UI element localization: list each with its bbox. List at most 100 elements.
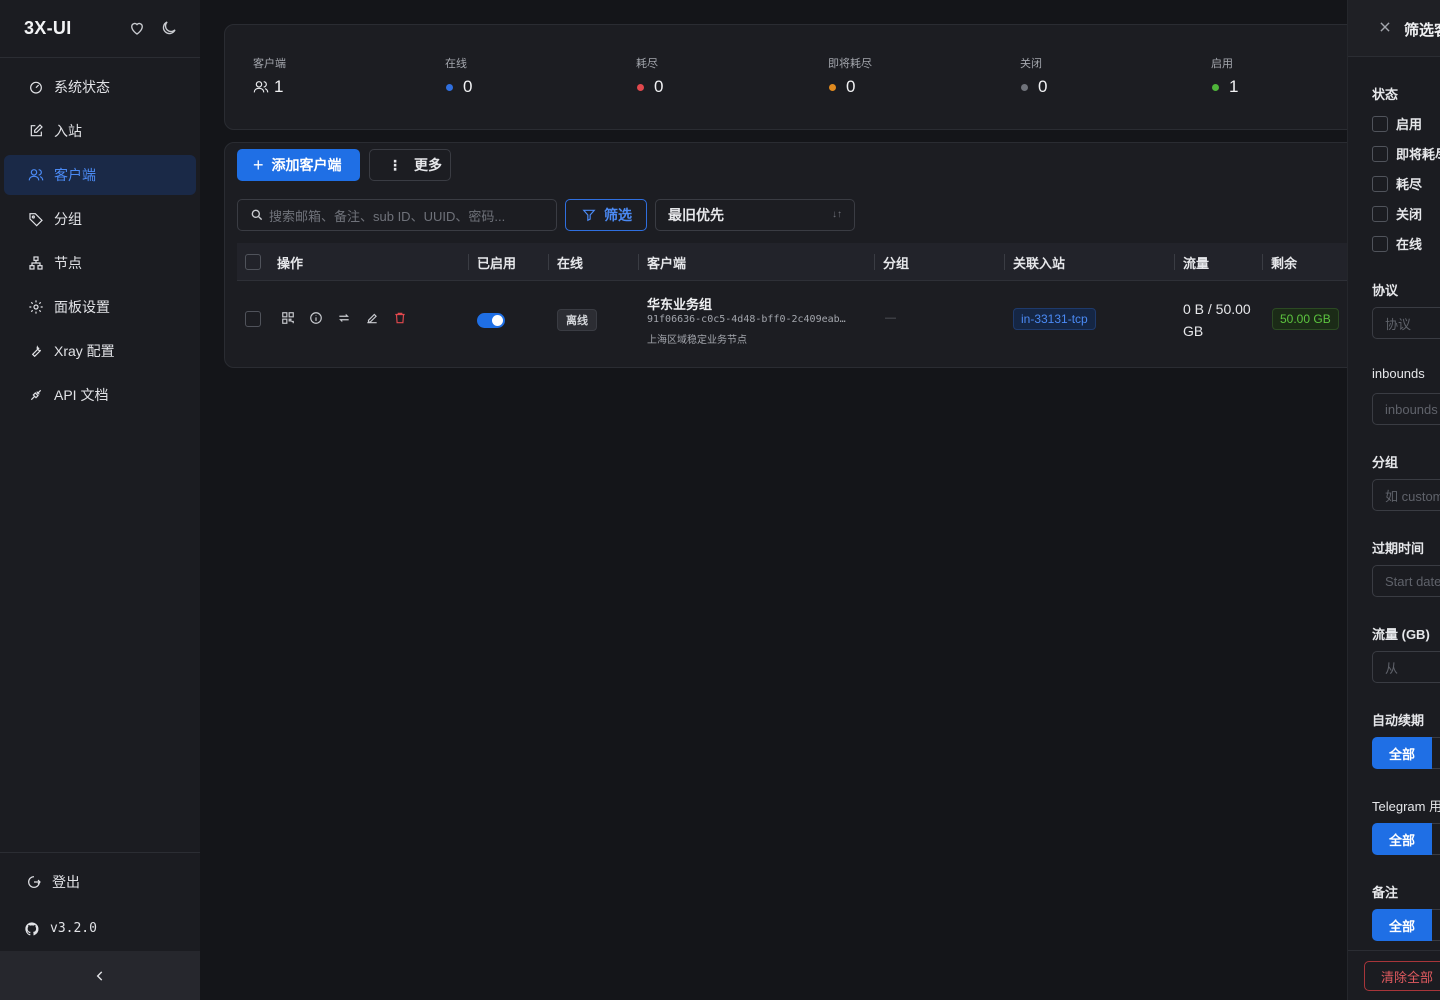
delete-icon[interactable] [393, 311, 407, 325]
table-header: 操作 已启用 在线 客户端 分组 关联入站 流量 剩余 [237, 243, 1353, 281]
option-label: 关闭 [1396, 207, 1423, 222]
client-name: 华东业务组 [647, 297, 713, 312]
enabled-toggle[interactable] [477, 313, 505, 328]
column-header: 剩余 [1261, 243, 1297, 281]
sidebar-item-label: API 文档 [54, 387, 109, 403]
auto-renew-filter-label: 自动续期 [1372, 713, 1425, 728]
stat-value: 0 [463, 77, 473, 96]
filter-label: 筛选 [604, 207, 632, 223]
expiry-date-picker[interactable]: Start date [1372, 565, 1440, 597]
sidebar-item-inbounds[interactable]: 入站 [4, 111, 196, 151]
sidebar-item-label: 系统状态 [54, 79, 110, 95]
sidebar-item-label: Xray 配置 [54, 343, 115, 359]
group-input[interactable]: 如 customer [1372, 479, 1440, 511]
column-header: 在线 [547, 243, 583, 281]
row-checkbox[interactable] [245, 311, 261, 327]
sidebar-item-label: 分组 [54, 211, 82, 227]
stat-depleted: 耗尽 0 [636, 55, 663, 97]
sort-select[interactable]: 最旧优先 ↓↑ [655, 199, 855, 231]
checkbox[interactable] [245, 254, 261, 270]
filter-drawer: 筛选客户端 状态 启用 即将耗尽 耗尽 关闭 在线 协议 协议 inbounds… [1347, 0, 1440, 1000]
sidebar-footer: 登出 v3.2.0 [0, 852, 200, 951]
sidebar-item-system-status[interactable]: 系统状态 [4, 67, 196, 107]
collapse-sidebar-button[interactable] [0, 951, 200, 1000]
more-button[interactable]: ⋮ 更多 [369, 149, 451, 181]
inbounds-select[interactable]: inbounds [1372, 393, 1440, 425]
filter-button[interactable]: 筛选 [565, 199, 647, 231]
status-filter-label: 状态 [1372, 87, 1399, 102]
sidebar-item-panel-settings[interactable]: 面板设置 [4, 287, 196, 327]
stats-card: 客户端 1 在线 0 耗尽 0 即将耗尽 0 关闭 0 启用 1 [224, 24, 1364, 130]
status-option-expiring[interactable]: 即将耗尽 [1372, 144, 1440, 163]
sidebar-item-clients[interactable]: 客户端 [4, 155, 196, 195]
sort-value: 最旧优先 [668, 207, 724, 223]
status-option-online[interactable]: 在线 [1372, 234, 1422, 253]
stat-label: 耗尽 [636, 58, 658, 70]
remaining-badge: 50.00 GB [1272, 308, 1339, 330]
telegram-all-option[interactable]: 全部 [1372, 823, 1432, 855]
stat-value-row: 1 [1211, 77, 1238, 97]
status-option-disabled[interactable]: 关闭 [1372, 204, 1422, 223]
checkbox[interactable] [1372, 115, 1388, 132]
search-icon [250, 208, 264, 222]
reset-traffic-icon[interactable] [337, 311, 351, 325]
info-icon[interactable] [309, 311, 323, 325]
stat-value: 0 [846, 77, 856, 96]
auto-renew-segmented: 全部 [1372, 737, 1440, 769]
auto-renew-all-option[interactable]: 全部 [1372, 737, 1432, 769]
option-label: 即将耗尽 [1396, 147, 1440, 162]
online-status-badge: 离线 [557, 309, 597, 331]
telegram-other-option[interactable] [1432, 823, 1440, 855]
stat-disabled: 关闭 0 [1020, 55, 1047, 97]
column-header: 分组 [873, 243, 909, 281]
status-dot [1212, 83, 1219, 91]
note-segmented: 全部 [1372, 909, 1440, 941]
protocol-filter-label: 协议 [1372, 283, 1399, 298]
brand-icons [128, 19, 178, 37]
status-dot [637, 83, 644, 91]
checkbox[interactable] [1372, 175, 1388, 192]
status-option-depleted[interactable]: 耗尽 [1372, 174, 1422, 193]
note-other-option[interactable] [1432, 909, 1440, 941]
clear-all-button[interactable]: 清除全部 [1364, 961, 1440, 991]
stat-label: 启用 [1211, 58, 1233, 70]
inbound-tag[interactable]: in-33131-tcp [1013, 308, 1096, 330]
search-input[interactable]: 搜索邮箱、备注、sub ID、UUID、密码... [237, 199, 557, 231]
traffic-filter-label: 流量 (GB) [1372, 627, 1430, 642]
sidebar-nav: 系统状态 入站 客户端 分组 节点 面板设置 Xray 配置 API 文档 [0, 58, 200, 415]
select-all-checkbox[interactable] [245, 243, 261, 281]
column-header: 客户端 [637, 243, 686, 281]
protocol-select[interactable]: 协议 [1372, 307, 1440, 339]
checkbox[interactable] [1372, 145, 1388, 162]
sidebar-item-api-docs[interactable]: API 文档 [4, 375, 196, 415]
app: 3X-UI 系统状态 入站 客户端 分组 节点 面板设置 Xray 配置 API… [0, 0, 1440, 1000]
checkbox[interactable] [1372, 205, 1388, 222]
status-dot [829, 83, 836, 91]
checkbox[interactable] [1372, 235, 1388, 252]
add-client-button[interactable]: + 添加客户端 [237, 149, 360, 181]
traffic-from-input[interactable]: 从 [1372, 651, 1440, 683]
inbounds-filter-label: inbounds [1372, 366, 1425, 381]
moon-icon[interactable] [160, 19, 178, 37]
edit-icon[interactable] [365, 311, 379, 325]
plus-icon: + [253, 155, 264, 175]
sidebar-item-xray-config[interactable]: Xray 配置 [4, 331, 196, 371]
search-placeholder: 搜索邮箱、备注、sub ID、UUID、密码... [269, 208, 506, 224]
client-group: — [885, 312, 896, 324]
logout-button[interactable]: 登出 [0, 859, 200, 905]
note-all-option[interactable]: 全部 [1372, 909, 1432, 941]
stat-clients: 客户端 1 [253, 55, 286, 97]
close-icon[interactable] [1378, 20, 1392, 34]
heart-icon[interactable] [128, 19, 146, 37]
table-row[interactable]: 离线 华东业务组 91f06636-c0c5-4d48-bff0-2c409ea… [237, 282, 1353, 356]
stat-value-row: 0 [828, 77, 872, 97]
sidebar-item-groups[interactable]: 分组 [4, 199, 196, 239]
github-link[interactable]: v3.2.0 [0, 905, 200, 951]
telegram-segmented: 全部 [1372, 823, 1440, 855]
telegram-filter-label: Telegram 用户 [1372, 799, 1440, 814]
stat-value: 0 [1038, 77, 1048, 96]
auto-renew-other-option[interactable] [1432, 737, 1440, 769]
status-option-enabled[interactable]: 启用 [1372, 114, 1422, 133]
sidebar-item-nodes[interactable]: 节点 [4, 243, 196, 283]
qrcode-icon[interactable] [281, 311, 295, 325]
